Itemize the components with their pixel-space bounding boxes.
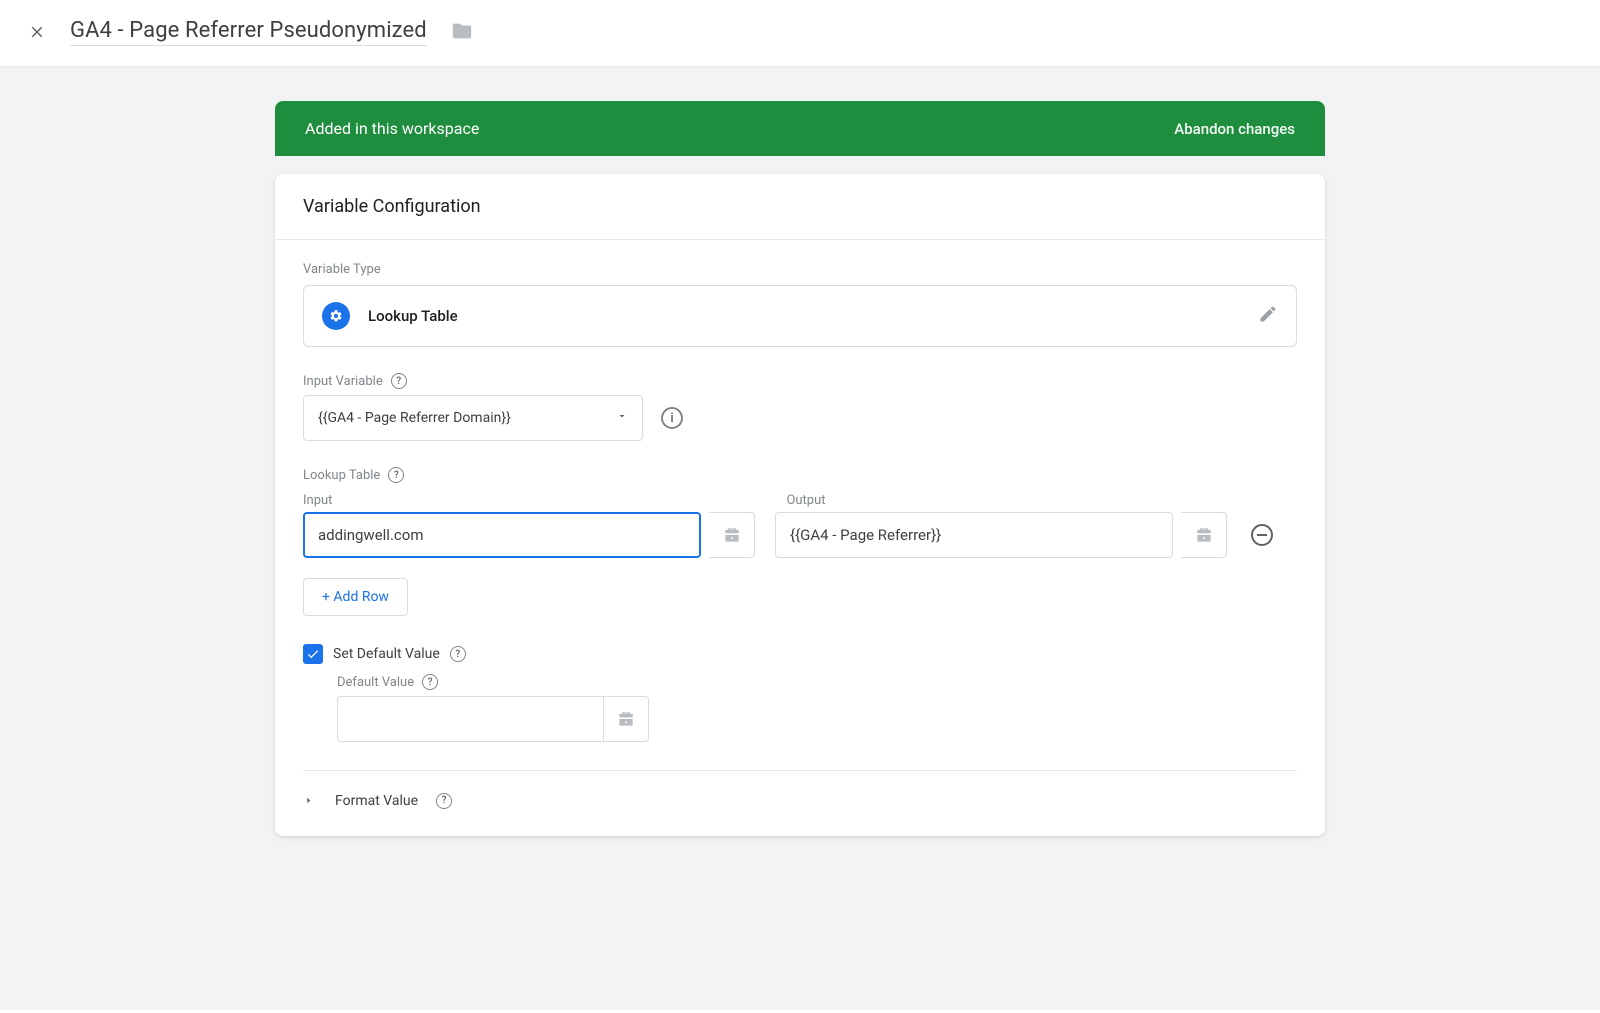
format-value-label: Format Value [335,793,418,809]
set-default-checkbox[interactable] [303,644,323,664]
column-output-label: Output [786,493,825,508]
add-row-button[interactable]: + Add Row [303,578,408,616]
input-variable-value: {{GA4 - Page Referrer Domain}} [318,410,511,426]
help-icon[interactable]: ? [436,793,452,809]
variable-type-name: Lookup Table [368,307,458,325]
input-variable-label: Input Variable [303,374,383,389]
set-default-label: Set Default Value [333,646,440,662]
close-icon[interactable] [28,23,46,41]
status-text: Added in this workspace [305,119,479,138]
edit-icon[interactable] [1258,304,1278,328]
lookup-input-field[interactable] [303,512,701,558]
remove-row-icon[interactable] [1251,524,1273,546]
variable-picker-button[interactable] [1181,512,1227,558]
format-value-section[interactable]: Format Value ? [303,770,1297,830]
lookup-output-field[interactable] [775,512,1173,558]
help-icon[interactable]: ? [422,674,438,690]
workspace-status-bar: Added in this workspace Abandon changes [275,101,1325,156]
folder-icon[interactable] [451,20,473,46]
lookup-row [303,512,1297,558]
abandon-changes-button[interactable]: Abandon changes [1174,120,1295,138]
info-icon[interactable]: i [661,407,683,429]
default-value-field[interactable] [337,696,607,742]
variable-type-row[interactable]: Lookup Table [303,285,1297,347]
chevron-down-icon [616,410,628,426]
variable-picker-button[interactable] [709,512,755,558]
chevron-right-icon [301,794,320,808]
help-icon[interactable]: ? [450,646,466,662]
help-icon[interactable]: ? [388,467,404,483]
variable-type-label: Variable Type [303,262,1297,277]
help-icon[interactable]: ? [391,373,407,389]
variable-config-title: Variable Configuration [275,174,1325,240]
gear-icon [322,302,350,330]
input-variable-select[interactable]: {{GA4 - Page Referrer Domain}} [303,395,643,441]
variable-picker-button[interactable] [603,696,649,742]
page-title[interactable]: GA4 - Page Referrer Pseudonymized [70,18,427,46]
column-input-label: Input [303,493,332,508]
variable-config-card: Variable Configuration Variable Type Loo… [275,174,1325,836]
lookup-table-label: Lookup Table [303,468,380,483]
default-value-label: Default Value [337,675,414,690]
